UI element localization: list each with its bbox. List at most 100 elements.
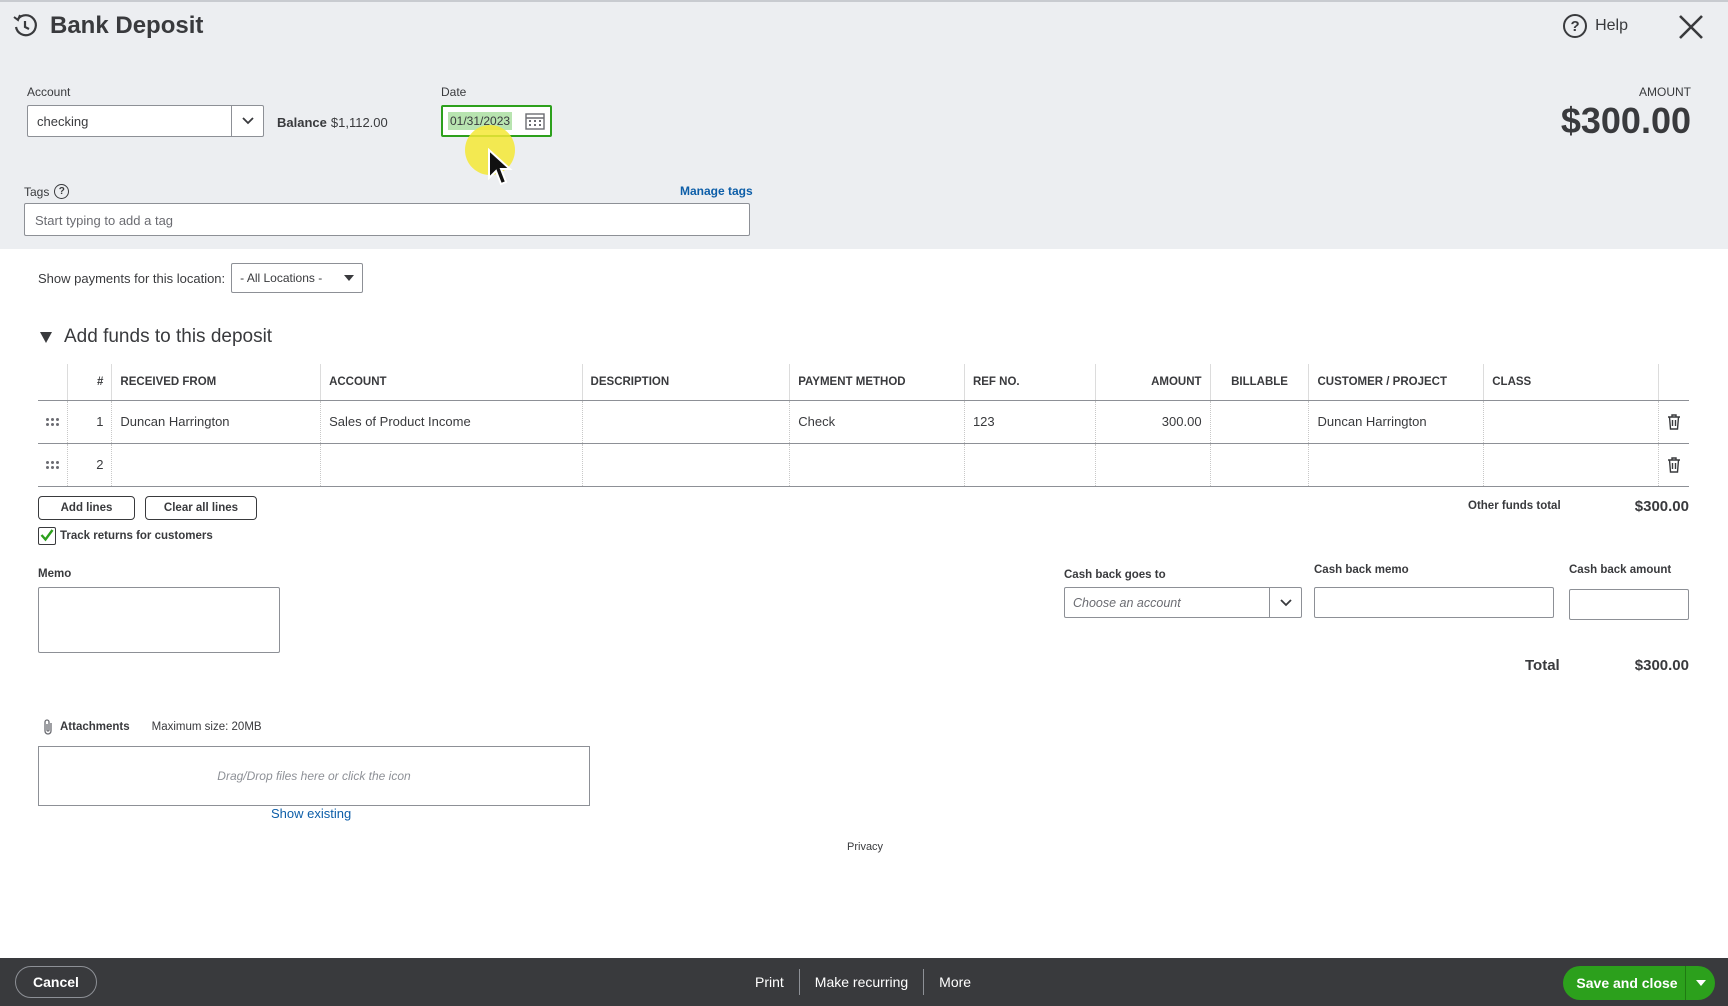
question-icon[interactable]: ? bbox=[54, 184, 70, 199]
row-number: 1 bbox=[67, 400, 113, 444]
cell-billable[interactable] bbox=[1210, 400, 1310, 444]
amount-total: $300.00 bbox=[1560, 100, 1691, 141]
chevron-down-icon[interactable] bbox=[1269, 588, 1301, 617]
cell-ref-no[interactable]: 123 bbox=[964, 400, 1096, 444]
memo-textarea[interactable] bbox=[38, 587, 280, 653]
drag-grip-icon[interactable] bbox=[46, 417, 60, 426]
amount-label: AMOUNT bbox=[1639, 85, 1691, 99]
row-delete[interactable] bbox=[1658, 400, 1689, 444]
save-and-close-button[interactable]: Save and close bbox=[1563, 966, 1715, 1000]
footer-actions: Print Make recurring More bbox=[740, 958, 986, 1006]
cash-back-memo-label: Cash back memo bbox=[1314, 564, 1409, 576]
more-button[interactable]: More bbox=[924, 969, 986, 995]
balance-label: Balance bbox=[277, 115, 327, 130]
location-label: Show payments for this location: bbox=[38, 270, 226, 286]
col-received-from: RECEIVED FROM bbox=[111, 364, 322, 401]
cell-customer-project[interactable]: Duncan Harrington bbox=[1308, 400, 1485, 444]
trash-icon[interactable] bbox=[1667, 413, 1681, 430]
deposit-lines-table: # RECEIVED FROM ACCOUNT DESCRIPTION PAYM… bbox=[38, 364, 1689, 487]
cell-account[interactable] bbox=[320, 443, 583, 487]
row-drag-handle[interactable] bbox=[38, 400, 69, 444]
table-row[interactable]: 2 bbox=[38, 443, 1689, 487]
row-delete[interactable] bbox=[1658, 443, 1689, 487]
caret-down-icon bbox=[344, 275, 355, 281]
cell-account[interactable]: Sales of Product Income bbox=[320, 400, 583, 444]
show-existing-link[interactable]: Show existing bbox=[271, 806, 351, 821]
help-button[interactable]: ? Help bbox=[1563, 14, 1628, 38]
cell-description[interactable] bbox=[582, 443, 791, 487]
memo-label: Memo bbox=[38, 568, 72, 580]
col-account: ACCOUNT bbox=[320, 364, 583, 401]
cancel-button[interactable]: Cancel bbox=[15, 966, 97, 998]
add-lines-button[interactable]: Add lines bbox=[38, 496, 135, 520]
cash-back-account-placeholder: Choose an account bbox=[1073, 596, 1181, 610]
cell-received-from[interactable] bbox=[111, 443, 322, 487]
print-button[interactable]: Print bbox=[740, 969, 799, 995]
col-payment-method: PAYMENT METHOD bbox=[789, 364, 965, 401]
cell-ref-no[interactable] bbox=[964, 443, 1096, 487]
drag-grip-icon[interactable] bbox=[46, 460, 60, 469]
attachments-dropzone[interactable]: Drag/Drop files here or click the icon bbox=[38, 746, 590, 806]
cell-description[interactable] bbox=[582, 400, 791, 444]
section-toggle[interactable]: Add funds to this deposit bbox=[40, 326, 272, 348]
total-value: $300.00 bbox=[1634, 657, 1689, 674]
cash-back-amount-input[interactable] bbox=[1569, 589, 1689, 620]
attachments-max-size: Maximum size: 20MB bbox=[151, 721, 262, 733]
attachments-header: Attachments Maximum size: 20MB bbox=[42, 718, 262, 736]
tags-input[interactable]: Start typing to add a tag bbox=[24, 203, 750, 236]
chevron-down-icon[interactable] bbox=[231, 106, 263, 136]
cell-amount[interactable]: 300.00 bbox=[1095, 400, 1211, 444]
manage-tags-link[interactable]: Manage tags bbox=[680, 184, 753, 198]
account-value: checking bbox=[37, 114, 89, 129]
save-options-dropdown[interactable] bbox=[1685, 966, 1715, 1000]
collapse-triangle-icon[interactable] bbox=[40, 331, 52, 343]
save-and-close-label: Save and close bbox=[1576, 975, 1678, 991]
row-drag-handle[interactable] bbox=[38, 443, 69, 487]
table-row[interactable]: 1 Duncan Harrington Sales of Product Inc… bbox=[38, 400, 1689, 444]
col-billable: BILLABLE bbox=[1210, 364, 1310, 401]
paperclip-icon[interactable] bbox=[42, 718, 54, 736]
calendar-icon[interactable] bbox=[525, 112, 545, 130]
page-title: Bank Deposit bbox=[50, 12, 204, 39]
tags-label: Tags bbox=[24, 184, 50, 199]
cell-billable[interactable] bbox=[1210, 443, 1310, 487]
cell-customer-project[interactable] bbox=[1308, 443, 1485, 487]
track-returns-checkbox[interactable] bbox=[38, 527, 56, 545]
row-number: 2 bbox=[67, 443, 113, 487]
table-header-row: # RECEIVED FROM ACCOUNT DESCRIPTION PAYM… bbox=[38, 364, 1689, 401]
location-value: - All Locations - bbox=[240, 271, 323, 285]
help-label: Help bbox=[1595, 17, 1628, 34]
total-label: Total bbox=[1525, 657, 1560, 674]
cash-back-account-select[interactable]: Choose an account bbox=[1064, 587, 1302, 618]
title-row: Bank Deposit bbox=[12, 12, 203, 40]
clear-all-lines-button[interactable]: Clear all lines bbox=[145, 496, 257, 520]
make-recurring-button[interactable]: Make recurring bbox=[800, 969, 923, 995]
cash-back-memo-input[interactable] bbox=[1314, 587, 1554, 618]
col-description: DESCRIPTION bbox=[582, 364, 791, 401]
tags-label-row: Tags ? bbox=[24, 184, 70, 199]
cell-class[interactable] bbox=[1483, 443, 1659, 487]
form-header: Bank Deposit ? Help Account checking Bal… bbox=[0, 0, 1728, 249]
cell-payment-method[interactable] bbox=[789, 443, 965, 487]
col-ref-no: REF NO. bbox=[964, 364, 1096, 401]
cash-back-amount-label: Cash back amount bbox=[1569, 564, 1672, 576]
trash-icon[interactable] bbox=[1667, 456, 1681, 473]
col-number: # bbox=[67, 364, 113, 401]
cell-received-from[interactable]: Duncan Harrington bbox=[111, 400, 322, 444]
attachments-label: Attachments bbox=[60, 721, 130, 733]
track-returns-label: Track returns for customers bbox=[60, 530, 213, 542]
other-funds-value: $300.00 bbox=[1634, 498, 1689, 515]
close-icon[interactable] bbox=[1676, 12, 1706, 42]
col-customer-project: CUSTOMER / PROJECT bbox=[1308, 364, 1485, 401]
cell-payment-method[interactable]: Check bbox=[789, 400, 965, 444]
cell-amount[interactable] bbox=[1095, 443, 1211, 487]
account-select[interactable]: checking bbox=[27, 105, 264, 137]
location-select[interactable]: - All Locations - bbox=[231, 263, 364, 293]
caret-down-icon bbox=[1695, 980, 1706, 986]
privacy-link[interactable]: Privacy bbox=[847, 841, 883, 853]
history-icon[interactable] bbox=[12, 13, 38, 39]
section-title: Add funds to this deposit bbox=[64, 326, 273, 347]
dropzone-text: Drag/Drop files here or click the icon bbox=[217, 769, 411, 783]
col-actions bbox=[1658, 364, 1689, 401]
cell-class[interactable] bbox=[1483, 400, 1659, 444]
